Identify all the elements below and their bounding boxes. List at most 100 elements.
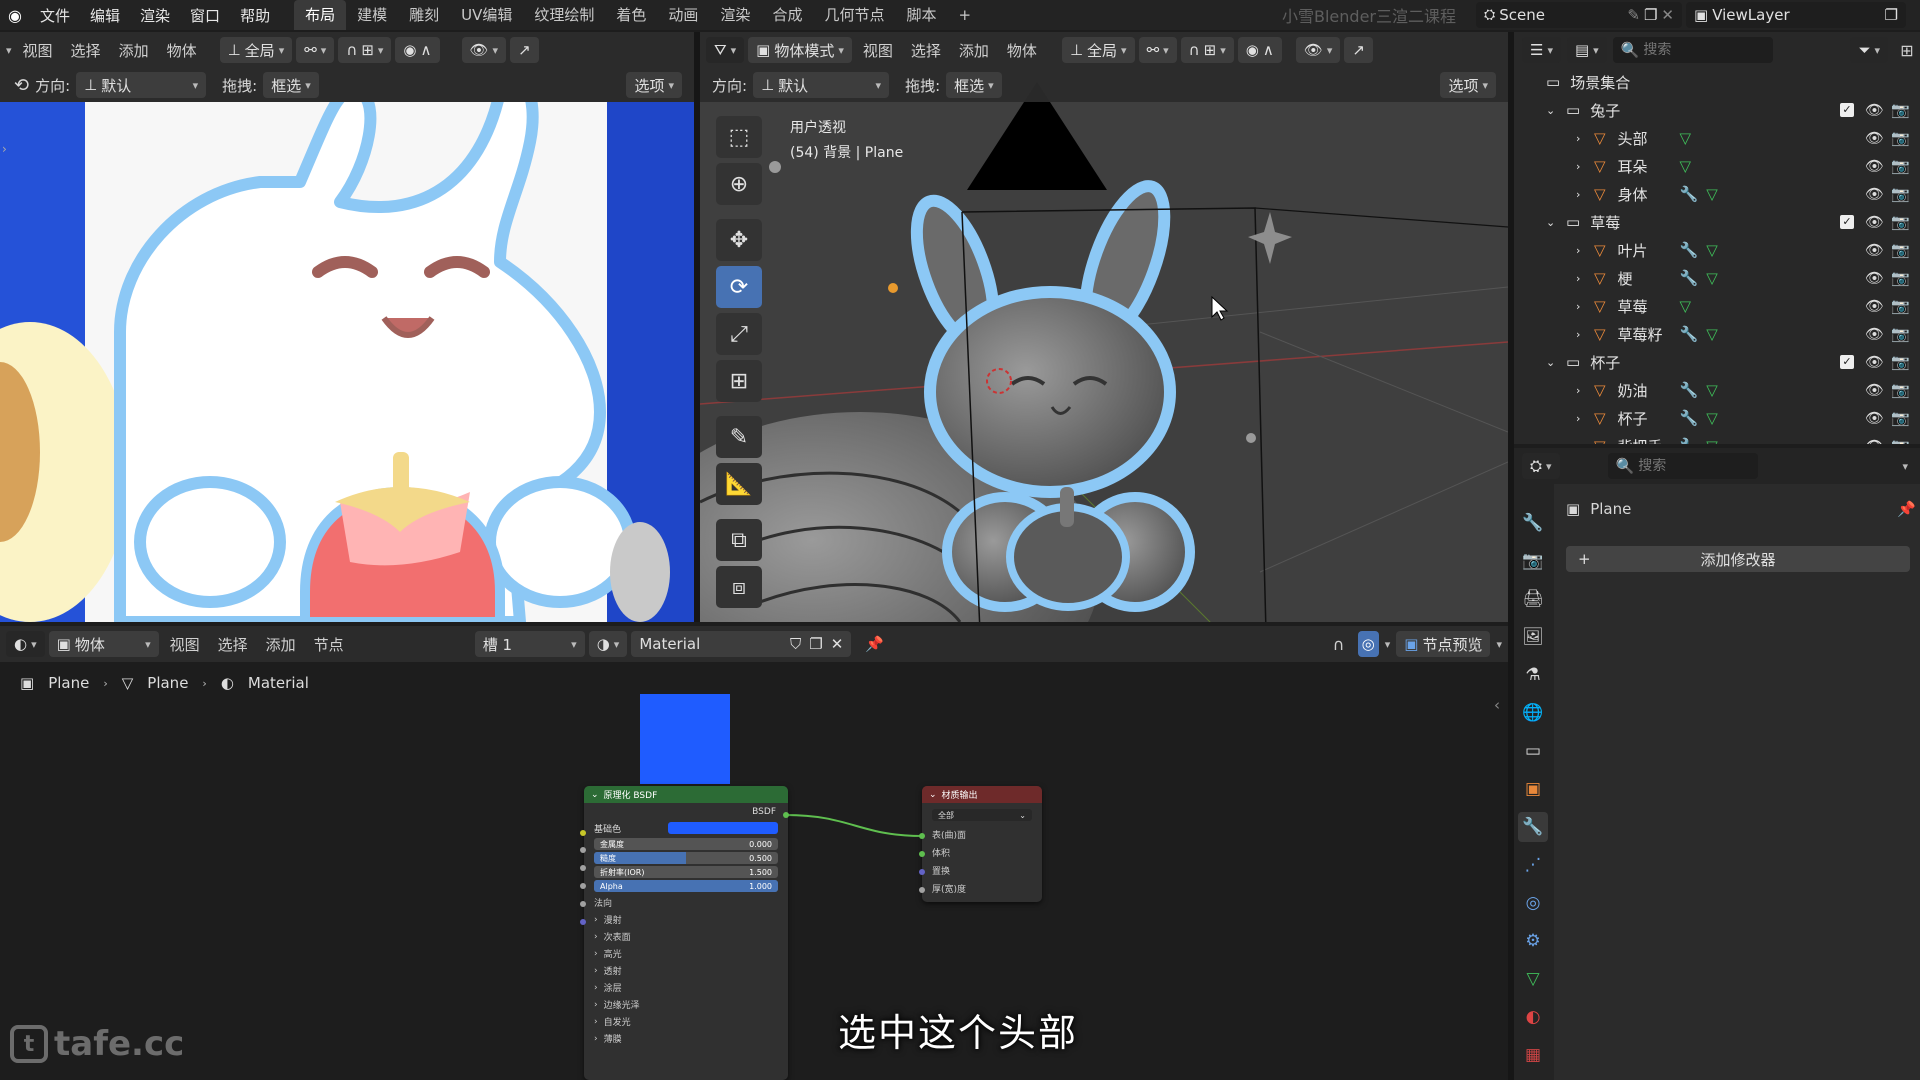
- collapse-chevron-icon[interactable]: ⌄: [1546, 216, 1566, 229]
- object-tab-icon[interactable]: ▣: [1518, 774, 1548, 804]
- base-color-socket[interactable]: [580, 830, 586, 836]
- output-target-dropdown[interactable]: 全部 ⌄: [932, 809, 1032, 821]
- menu-file[interactable]: 文件: [30, 5, 80, 26]
- bsdf-subpanel[interactable]: › 边缘光泽: [584, 996, 788, 1013]
- ior-socket[interactable]: [580, 883, 586, 889]
- object-row[interactable]: › ▽ 头部 ▽ 👁 📷: [1514, 124, 1920, 152]
- display-mode-dropdown[interactable]: ▤ ▾: [1566, 37, 1607, 63]
- expand-chevron-icon[interactable]: ›: [1576, 188, 1594, 201]
- pin-icon[interactable]: ✎: [1627, 6, 1640, 24]
- collapse-chevron-icon[interactable]: ⌄: [1546, 104, 1566, 117]
- eye-icon[interactable]: 👁: [1865, 185, 1884, 203]
- expand-chevron-icon[interactable]: ›: [1576, 412, 1594, 425]
- tab-modeling[interactable]: 建模: [346, 0, 398, 30]
- tab-scripting[interactable]: 脚本: [895, 0, 947, 30]
- cursor-tool[interactable]: ⊕: [716, 163, 762, 205]
- pivot-dropdown[interactable]: ⚯ ▾: [1138, 37, 1177, 63]
- outliner-search-input[interactable]: [1643, 42, 1754, 58]
- tab-shading[interactable]: 着色: [605, 0, 657, 30]
- collapse-node-icon[interactable]: ⌄: [591, 790, 599, 800]
- properties-search[interactable]: 🔍: [1607, 453, 1758, 479]
- bsdf-subpanel[interactable]: › 薄膜: [584, 1030, 788, 1047]
- object-row[interactable]: › ▽ 梗 🔧 ▽ 👁 📷: [1514, 264, 1920, 292]
- modifier-wrench-icon[interactable]: 🔧: [1680, 269, 1699, 287]
- expand-chevron-icon[interactable]: ›: [1576, 132, 1594, 145]
- mesh-data-icon[interactable]: ▽: [1706, 269, 1718, 287]
- tab-sculpting[interactable]: 雕刻: [398, 0, 450, 30]
- snap-toggle[interactable]: ∩ ⊞ ▾: [1180, 37, 1234, 63]
- menu-render[interactable]: 渲染: [130, 5, 180, 26]
- options-chevron-icon[interactable]: ▾: [1902, 460, 1908, 473]
- camera-icon[interactable]: 📷: [1891, 297, 1910, 315]
- metallic-field[interactable]: 金属度 0.000: [594, 838, 778, 850]
- output-node-header[interactable]: ⌄ 材质输出: [922, 786, 1042, 803]
- scene-tab-icon[interactable]: ⚗: [1518, 660, 1548, 690]
- object-row[interactable]: ›▽背把手🔧▽👁📷: [1514, 432, 1920, 444]
- base-color-swatch[interactable]: [668, 822, 778, 834]
- material-output-node[interactable]: ⌄ 材质输出 全部 ⌄ 表(曲)面 体积 置换 厚(宽)度: [922, 786, 1042, 902]
- expand-chevron-icon[interactable]: ›: [1576, 300, 1594, 313]
- modifier-wrench-icon[interactable]: 🔧: [1680, 409, 1699, 427]
- modifier-wrench-icon[interactable]: 🔧: [1680, 381, 1699, 399]
- bsdf-subpanel[interactable]: › 自发光: [584, 1013, 788, 1030]
- expand-chevron-icon[interactable]: ›: [1576, 440, 1594, 445]
- collection-tab-icon[interactable]: ▭: [1518, 736, 1548, 766]
- mesh-data-icon[interactable]: ▽: [1706, 241, 1718, 259]
- tab-layout[interactable]: 布局: [294, 0, 347, 30]
- proportional-toggle[interactable]: ◉ ∧: [1237, 37, 1282, 63]
- mesh-data-icon[interactable]: ▽: [1706, 185, 1718, 203]
- tab-compositing[interactable]: 合成: [761, 0, 813, 30]
- menu-view[interactable]: 视图: [856, 40, 900, 61]
- menu-window[interactable]: 窗口: [180, 5, 230, 26]
- camera-icon[interactable]: 📷: [1891, 185, 1910, 203]
- tab-texture-paint[interactable]: 纹理绘制: [523, 0, 605, 30]
- data-tab-icon[interactable]: ▽: [1518, 964, 1548, 994]
- metallic-socket[interactable]: [580, 847, 586, 853]
- bsdf-output-socket[interactable]: [783, 812, 789, 818]
- collection-row-rabbit[interactable]: ⌄ ▭ 兔子 ✓ 👁 📷: [1514, 96, 1920, 124]
- remove-scene-icon[interactable]: ✕: [1661, 6, 1674, 24]
- camera-icon[interactable]: 📷: [1891, 157, 1910, 175]
- drag-dropdown[interactable]: 框选 ▾: [946, 72, 1002, 98]
- new-scene-icon[interactable]: ❐: [1644, 6, 1657, 24]
- object-row[interactable]: › ▽ 草莓 ▽ 👁 📷: [1514, 292, 1920, 320]
- modifier-wrench-icon[interactable]: 🔧: [1680, 325, 1699, 343]
- bsdf-subpanel[interactable]: › 透射: [584, 962, 788, 979]
- render-tab-icon[interactable]: 📷: [1518, 546, 1548, 576]
- eye-icon[interactable]: 👁: [1865, 157, 1884, 175]
- texture-tab-icon[interactable]: ▦: [1518, 1040, 1548, 1070]
- collapse-icon[interactable]: ▾: [6, 44, 12, 57]
- modifier-wrench-icon[interactable]: 🔧: [1680, 185, 1699, 203]
- tool-tab-icon[interactable]: 🔧: [1518, 508, 1548, 538]
- mesh-data-icon[interactable]: ▽: [1680, 157, 1692, 175]
- add-modifier-button[interactable]: + 添加修改器: [1566, 546, 1910, 572]
- menu-object[interactable]: 物体: [1000, 40, 1044, 61]
- expand-chevron-icon[interactable]: ›: [1576, 160, 1594, 173]
- collection-row-strawberry[interactable]: ⌄ ▭ 草莓 ✓ 👁 📷: [1514, 208, 1920, 236]
- mesh-data-icon[interactable]: ▽: [1680, 129, 1692, 147]
- proportional-toggle[interactable]: ◉ ∧: [395, 37, 440, 63]
- collapse-chevron-icon[interactable]: ⌄: [1546, 356, 1566, 369]
- camera-icon[interactable]: 📷: [1891, 269, 1910, 287]
- modifier-wrench-icon[interactable]: 🔧: [1680, 437, 1699, 444]
- camera-icon[interactable]: 📷: [1891, 213, 1910, 231]
- viewlayer-selector[interactable]: ▣ ViewLayer ❐: [1686, 2, 1906, 28]
- camera-icon[interactable]: 📷: [1891, 437, 1910, 444]
- surface-socket[interactable]: [919, 833, 925, 839]
- new-collection-icon[interactable]: ⊞: [1894, 37, 1920, 63]
- eye-icon[interactable]: 👁: [1865, 129, 1884, 147]
- bsdf-subpanel[interactable]: › 次表面: [584, 928, 788, 945]
- alpha-socket[interactable]: [580, 901, 586, 907]
- drag-dropdown[interactable]: 框选 ▾: [263, 72, 319, 98]
- menu-edit[interactable]: 编辑: [80, 5, 130, 26]
- view-layer-tab-icon[interactable]: 🖼: [1518, 622, 1548, 652]
- constraints-tab-icon[interactable]: ⚙: [1518, 926, 1548, 956]
- pivot-dropdown[interactable]: ⚯ ▾: [296, 37, 335, 63]
- new-viewlayer-icon[interactable]: ❐: [1885, 6, 1898, 24]
- visibility-dropdown[interactable]: 👁 ▾: [1295, 37, 1341, 63]
- object-row[interactable]: › ▽ 耳朵 ▽ 👁 📷: [1514, 152, 1920, 180]
- options-dropdown[interactable]: 选项 ▾: [626, 72, 682, 98]
- measure-tool[interactable]: 📐: [716, 463, 762, 505]
- mesh-data-icon[interactable]: ▽: [1706, 325, 1718, 343]
- mesh-data-icon[interactable]: ▽: [1680, 297, 1692, 315]
